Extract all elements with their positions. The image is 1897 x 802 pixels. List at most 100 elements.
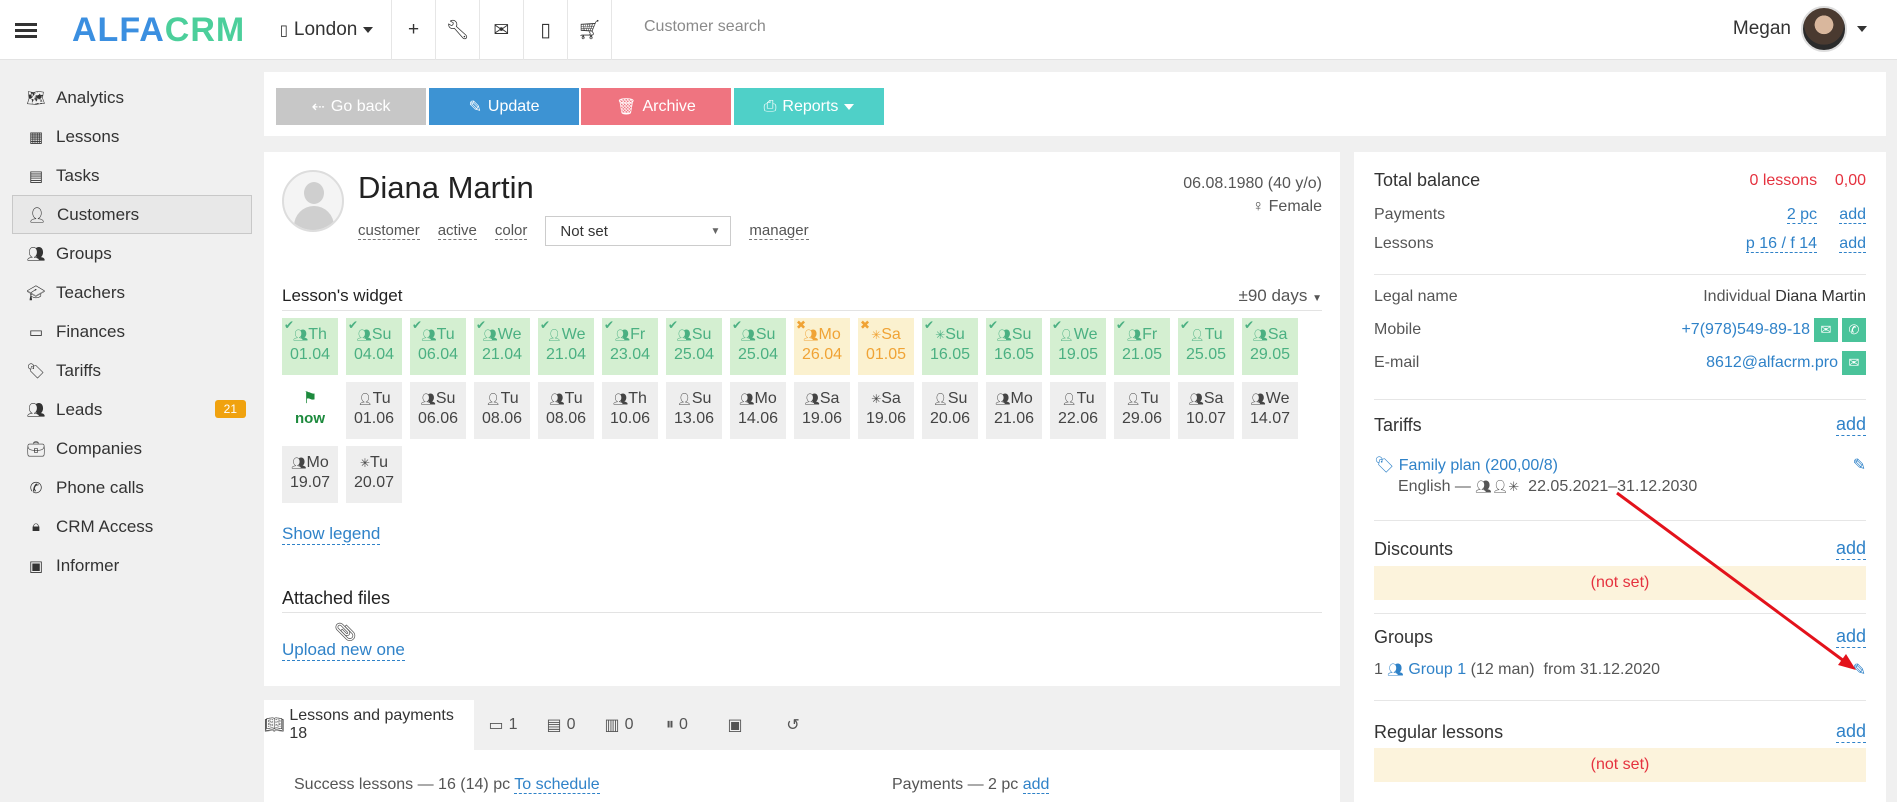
email-link[interactable]: 8612@alfacrm.pro [1706,354,1838,372]
customer-search-input[interactable]: Customer search [644,18,766,36]
tag-customer[interactable]: customer [358,222,420,240]
lesson-tile[interactable]: ✳Tu 20.07 [346,446,402,503]
lesson-tile[interactable]: ✔ 👤︎We 19.05 [1050,318,1106,375]
lesson-tile[interactable]: 👤︎Tu 22.06 [1050,382,1106,439]
add-discount-link[interactable]: add [1835,538,1866,560]
plus-icon[interactable]: + [392,0,436,60]
user-menu[interactable]: Megan [1733,6,1867,52]
lesson-tile[interactable]: 👥︎Th 10.06 [602,382,658,439]
sidebar-item-tariffs[interactable]: 🏷︎ Tariffs [12,351,252,390]
lesson-tile[interactable]: ✔ 👤︎We 21.04 [538,318,594,375]
lesson-tile[interactable]: 👥︎Mo 21.06 [986,382,1042,439]
tag-active[interactable]: active [437,222,477,240]
lesson-tile[interactable]: ✔ 👥︎Su 25.04 [730,318,786,375]
add-regular-lesson-link[interactable]: add [1835,721,1866,743]
reports-button[interactable]: ⎙ Reports [734,88,884,125]
to-schedule-link[interactable]: To schedule [514,776,600,794]
sidebar-item-analytics[interactable]: 🗺︎ Analytics [12,78,252,117]
lesson-day: Mo [306,454,329,471]
logo[interactable]: ALFACRM [72,11,245,50]
tab-tasks[interactable]: ▤ 0 [532,700,590,750]
sidebar-item-phone-calls[interactable]: ✆ Phone calls [12,468,252,507]
customer-photo[interactable] [282,170,344,232]
tag-manager[interactable]: manager [749,222,809,240]
lesson-tile[interactable]: ✔ 👥︎Fr 21.05 [1114,318,1170,375]
lesson-tile[interactable]: 👥︎We 14.07 [1242,382,1298,439]
sidebar-item-lessons[interactable]: ▦ Lessons [12,117,252,156]
sidebar-item-tasks[interactable]: ▤ Tasks [12,156,252,195]
lesson-tile[interactable]: 👤︎Tu 08.06 [474,382,530,439]
lesson-tile[interactable]: ✔ 👤︎Tu 25.05 [1178,318,1234,375]
sidebar-item-leads[interactable]: 👥︎ Leads 21 [12,390,252,429]
cart-icon[interactable]: 🛒︎ [568,0,612,60]
lesson-day: Su [755,326,776,343]
sidebar-item-companies[interactable]: 💼︎ Companies [12,429,252,468]
menu-icon[interactable] [0,0,52,60]
sidebar-item-customers[interactable]: 👤︎ Customers [12,195,252,234]
add-payment-link[interactable]: add [1839,206,1866,224]
tab-comments[interactable]: ▭ 1 [474,700,532,750]
tab-stats[interactable]: ▥ 0 [590,700,648,750]
lesson-tile[interactable]: ✔ 👥︎Su 04.04 [346,318,402,375]
add-tariff-link[interactable]: add [1835,414,1866,436]
lesson-tile[interactable]: 👤︎Tu 29.06 [1114,382,1170,439]
update-button[interactable]: ✎ Update [429,88,579,125]
lesson-tile[interactable]: 👥︎Tu 08.06 [538,382,594,439]
lesson-tile[interactable]: ✔ 👥︎Sa 29.05 [1242,318,1298,375]
phone-icon[interactable]: ✆ [1842,318,1866,342]
lesson-tile[interactable]: 👥︎Sa 19.06 [794,382,850,439]
mail-icon[interactable]: ✉ [1842,351,1866,375]
users-icon: 👥︎ [739,392,755,406]
lesson-tile[interactable]: ✖ 👥︎Mo 26.04 [794,318,850,375]
lesson-tile[interactable]: 👥︎Mo 14.06 [730,382,786,439]
lesson-tile[interactable]: ✳Sa 19.06 [858,382,914,439]
tab-money[interactable]: ▣ [706,700,764,750]
lesson-tile[interactable]: 👤︎Tu 01.06 [346,382,402,439]
payments-count-link[interactable]: 2 pc [1786,206,1818,224]
lesson-tile[interactable]: ✔ 👥︎Tu 06.04 [410,318,466,375]
tab-history[interactable]: ↺ [764,700,822,750]
sidebar-item-informer[interactable]: ▣ Informer [12,546,252,585]
edit-tariff-icon[interactable]: ✎ [1853,455,1866,475]
edit-group-icon[interactable]: ✎ [1853,660,1866,680]
lesson-tile[interactable]: 👥︎Sa 10.07 [1178,382,1234,439]
lesson-day: Su [1011,326,1032,343]
status-select[interactable]: Not set ▼ [545,216,732,246]
sidebar-item-finances[interactable]: ▭ Finances [12,312,252,351]
upload-link[interactable]: Upload new one [282,640,405,661]
lesson-tile[interactable]: ✔ 👥︎Su 16.05 [986,318,1042,375]
show-legend-link[interactable]: Show legend [282,524,381,545]
lesson-tile[interactable]: ✔ 👥︎Su 25.04 [666,318,722,375]
branch-selector[interactable]: ▯ London [262,0,392,60]
sidebar-item-teachers[interactable]: 🎓︎ Teachers [12,273,252,312]
lesson-tile[interactable]: ✔ ✳Su 16.05 [922,318,978,375]
mail-icon[interactable]: ✉ [480,0,524,60]
sms-icon[interactable]: ✉ [1814,318,1838,342]
mobile-number-link[interactable]: +7(978)549-89-18 [1681,321,1810,339]
lesson-tile[interactable]: 👥︎Su 06.06 [410,382,466,439]
tab-lessons-payments[interactable]: 📖︎ Lessons and payments 18 [264,700,474,750]
mobile-icon[interactable]: ▯ [524,0,568,60]
tariff-plan-link[interactable]: Family plan (200,00/8) [1399,457,1558,474]
add-group-link[interactable]: add [1835,626,1866,648]
add-lesson-link[interactable]: add [1839,235,1866,253]
sidebar-item-groups[interactable]: 👥︎ Groups [12,234,252,273]
lesson-tile[interactable]: ✔ 👥︎We 21.04 [474,318,530,375]
archive-button[interactable]: 🗑︎ Archive [581,88,731,125]
add-payment-link[interactable]: add [1022,776,1050,794]
group-link[interactable]: Group 1 [1408,661,1466,678]
lesson-tile[interactable]: ✖ ✳Sa 01.05 [858,318,914,375]
tag-color[interactable]: color [494,222,528,240]
sidebar-item-crm-access[interactable]: 🔒︎ CRM Access [12,507,252,546]
lesson-tile[interactable]: ✔ 👥︎Th 01.04 [282,318,338,375]
lesson-tile[interactable]: 👥︎Mo 19.07 [282,446,338,503]
range-selector[interactable]: ±90 days ▼ [1238,286,1322,306]
lesson-tile[interactable]: ✔ 👥︎Fr 23.04 [602,318,658,375]
lesson-tile[interactable]: 👤︎Su 13.06 [666,382,722,439]
lessons-count-link[interactable]: p 16 / f 14 [1745,235,1818,253]
lesson-tile[interactable]: 👤︎Su 20.06 [922,382,978,439]
tab-pauses[interactable]: ⏸︎ 0 [648,700,706,750]
go-back-button[interactable]: ⇠ Go back [276,88,426,125]
check-icon: ✔ [924,318,935,332]
wrench-icon[interactable]: 🔧︎ [436,0,480,60]
